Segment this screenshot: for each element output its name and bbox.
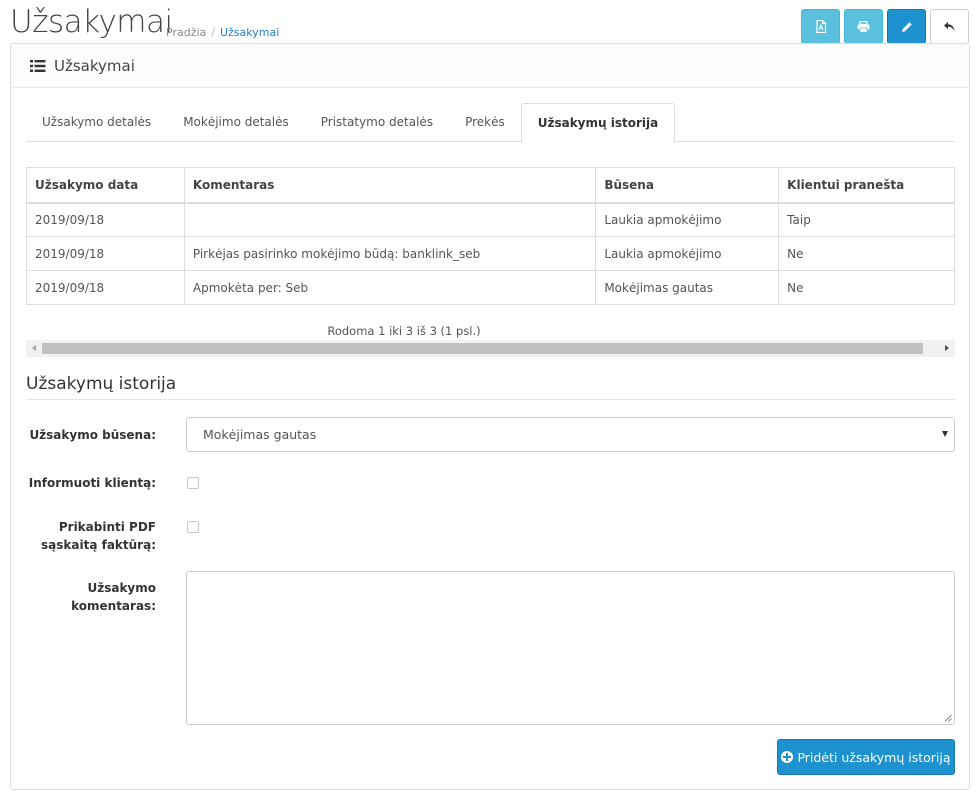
status-label: Užsakymo būsena: (29, 428, 156, 442)
tab-order-details[interactable]: Užsakymo detalės (26, 103, 167, 142)
pencil-icon (901, 21, 912, 32)
list-icon (30, 59, 46, 72)
panel-title: Užsakymai (54, 56, 135, 75)
resize-grip-icon[interactable] (944, 714, 952, 722)
file-pdf-icon (815, 20, 826, 33)
cell-comment: Apmokėta per: Seb (183, 270, 597, 305)
order-status-select[interactable]: Mokėjimas gautas (186, 417, 955, 452)
breadcrumb: Pradžia / Užsakymai (166, 26, 279, 39)
table-header-row: Užsakymo data Komentaras Būsena Klientui… (26, 167, 955, 204)
cell-comment: Pirkėjas pasirinko mokėjimo būdą: bankli… (183, 236, 597, 271)
panel-heading: Užsakymai (11, 44, 969, 88)
scroll-thumb[interactable] (42, 343, 923, 354)
pagination-info: Rodoma 1 iki 3 iš 3 (1 psl.) (327, 324, 481, 338)
header-actions (801, 9, 969, 44)
attach-pdf-label-line2: sąskaitą faktūrą: (41, 538, 156, 552)
cell-status: Laukia apmokėjimo (595, 236, 780, 271)
table-row: 2019/09/18 Laukia apmokėjimo Taip (26, 202, 955, 237)
orders-panel: Užsakymai Užsakymo detalės Mokėjimo deta… (10, 43, 970, 790)
breadcrumb-separator: / (211, 26, 215, 39)
attach-pdf-label-line1: Prikabinti PDF (58, 520, 156, 534)
comment-textarea[interactable] (186, 571, 955, 725)
reply-icon (944, 21, 955, 31)
column-header-status[interactable]: Būsena (595, 167, 780, 204)
notify-checkbox[interactable] (187, 477, 199, 489)
scroll-right-arrow-icon[interactable] (945, 345, 949, 351)
history-form-legend: Užsakymų istorija (26, 374, 955, 400)
chevron-down-icon (942, 431, 948, 437)
plus-circle-icon (781, 751, 794, 763)
cell-notified: Ne (778, 270, 955, 305)
comment-label: Užsakymo komentaras: (11, 579, 156, 615)
scroll-left-arrow-icon[interactable] (32, 345, 36, 351)
order-tabs: Užsakymo detalės Mokėjimo detalės Prista… (26, 103, 955, 143)
print-icon (857, 20, 870, 33)
order-status-value: Mokėjimas gautas (203, 427, 317, 442)
breadcrumb-home[interactable]: Pradžia (166, 26, 206, 39)
tab-payment-details[interactable]: Mokėjimo detalės (167, 103, 305, 142)
notify-label: Informuoti klientą: (28, 476, 156, 490)
cell-status: Mokėjimas gautas (595, 270, 780, 305)
column-header-notified[interactable]: Klientui pranešta (778, 167, 955, 204)
table-row: 2019/09/18 Apmokėta per: Seb Mokėjimas g… (26, 270, 955, 305)
page-title: Užsakymai (10, 4, 173, 40)
cell-date: 2019/09/18 (26, 270, 185, 305)
pdf-invoice-button[interactable] (801, 9, 840, 44)
breadcrumb-current[interactable]: Užsakymai (220, 26, 279, 39)
cell-comment (183, 202, 597, 237)
column-header-comment[interactable]: Komentaras (183, 167, 597, 204)
table-row: 2019/09/18 Pirkėjas pasirinko mokėjimo b… (26, 236, 955, 271)
print-button[interactable] (844, 9, 883, 44)
horizontal-scrollbar[interactable] (26, 340, 955, 357)
tab-shipping-details[interactable]: Pristatymo detalės (305, 103, 449, 142)
edit-button[interactable] (887, 9, 926, 44)
comment-label-line2: komentaras: (71, 599, 156, 613)
add-history-button[interactable]: Pridėti užsakymų istoriją (777, 739, 955, 775)
comment-label-line1: Užsakymo (87, 581, 156, 595)
cell-date: 2019/09/18 (26, 236, 185, 271)
history-table: Užsakymo data Komentaras Būsena Klientui… (26, 167, 955, 305)
cell-notified: Taip (778, 202, 955, 237)
tab-products[interactable]: Prekės (449, 103, 521, 142)
cell-date: 2019/09/18 (26, 202, 185, 237)
attach-pdf-checkbox[interactable] (187, 521, 199, 533)
back-button[interactable] (930, 9, 969, 44)
cell-notified: Ne (778, 236, 955, 271)
cell-status: Laukia apmokėjimo (595, 202, 780, 237)
add-history-button-label: Pridėti užsakymų istoriją (797, 749, 951, 765)
tab-order-history[interactable]: Užsakymų istorija (520, 103, 676, 143)
attach-pdf-label: Prikabinti PDF sąskaitą faktūrą: (11, 518, 156, 554)
column-header-date[interactable]: Užsakymo data (26, 167, 185, 204)
